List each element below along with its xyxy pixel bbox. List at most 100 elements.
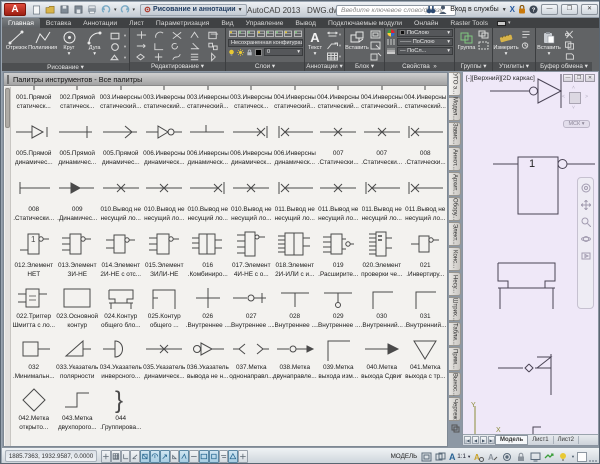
clean-screen-button[interactable] [577, 452, 587, 462]
palette-tool-005.Прямой[interactable]: 005.Прямойдинамичес... [12, 114, 56, 170]
layer-tool-icon[interactable] [237, 29, 246, 38]
autoscale-icon[interactable]: A [487, 451, 499, 463]
palette-tool-034.Указатель[interactable]: 034.Указательинверсного... [99, 333, 143, 384]
palette-tab-Архит...[interactable]: Архит... [449, 172, 461, 196]
ribbon-tab-Лист[interactable]: Лист [123, 18, 150, 28]
palette-tool-020.Элемент[interactable]: 020.Элементпроверки че... [360, 226, 404, 282]
palette-tool-030[interactable]: 030.Внутренний... [360, 282, 404, 333]
layout-tab-Лист2[interactable]: Лист2 [554, 436, 579, 444]
palette-tool-031[interactable]: 031.Внутренний... [404, 282, 448, 333]
ribbon-state-caret[interactable]: ▾ [508, 20, 511, 26]
palette-tool-043.Метка[interactable]: 043.Меткадвухпорого... [56, 384, 100, 435]
panel-title-properties[interactable]: Свойства » [385, 62, 454, 71]
search-binoculars-icon[interactable] [426, 5, 436, 14]
hardware-acceleration-icon[interactable] [529, 451, 541, 463]
sign-in-link[interactable]: Вход в службы [450, 6, 498, 13]
palette-stack-icon[interactable] [449, 423, 461, 433]
palette-scrollbar[interactable] [5, 87, 11, 446]
toggle-snap[interactable] [101, 450, 111, 463]
layer-tool-icon[interactable] [293, 29, 302, 38]
lineweight-dropdown[interactable]: — ПоСл...▾ [397, 47, 453, 55]
palette-tool-004.Инверсны[interactable]: 004.Инверсныстатический... [404, 86, 448, 114]
palette-tool-005.Прямой[interactable]: 005.Прямойдинамичес... [99, 114, 143, 170]
layout-tab-Модель[interactable]: Модель [495, 435, 528, 445]
annotation-visibility-icon[interactable]: A [473, 451, 485, 463]
exchange-apps-icon[interactable]: X [510, 5, 515, 14]
palette-tool-015.Элемент[interactable]: 015.ЭлементЗИЛИ-НЕ [143, 226, 187, 282]
save-as-icon[interactable] [72, 4, 84, 16]
palette-tool-007[interactable]: 007.Статически... [317, 114, 361, 170]
toggle-ducs[interactable] [170, 450, 180, 463]
navigation-bar[interactable] [577, 177, 594, 309]
group-button[interactable]: Группа [457, 29, 476, 52]
autodesk360-icon[interactable] [518, 5, 526, 14]
draw-tool-caret[interactable]: ▾ [122, 41, 128, 52]
match-properties-icon[interactable] [561, 51, 577, 62]
draw-tool-caret[interactable]: ▾ [122, 30, 128, 41]
maximize-button[interactable]: ❐ [561, 4, 578, 15]
draw-tool-caret[interactable]: ▾ [122, 52, 128, 63]
modify-tool-icon[interactable] [150, 51, 168, 62]
toggle-transparency[interactable] [199, 450, 209, 463]
modify-tool-icon[interactable] [186, 51, 204, 62]
group-tool-icon[interactable] [477, 40, 491, 51]
palette-tool-035.Указатель[interactable]: 035.Указательдинамическ... [143, 333, 187, 384]
panel-title-block[interactable]: Блок ▾ [345, 62, 384, 71]
palette-tab-Штрих...[interactable]: Штрих... [449, 297, 461, 321]
palette-tool-010.Вывод не[interactable]: 010.Вывод ненесущий ло... [143, 170, 187, 226]
draw-button-Полилиния[interactable]: Полилиния [30, 29, 56, 52]
palette-tool-004.Инверсны[interactable]: 004.Инверсныстатический... [273, 86, 317, 114]
modify-tool-icon[interactable] [186, 29, 204, 40]
modify-tool-icon[interactable] [168, 51, 186, 62]
model-space-label[interactable]: МОДЕЛЬ [391, 453, 418, 460]
status-bulb-icon[interactable] [557, 451, 569, 463]
palette-tab-Вынос...[interactable]: Вынос... [449, 372, 461, 396]
panel-title-annotation[interactable]: Аннотации ▾ [305, 62, 344, 71]
palette-tool-029[interactable]: 029.Внутреннее ... [317, 282, 361, 333]
layer-tool-icon[interactable] [284, 29, 293, 38]
block-tool-icon[interactable] [368, 51, 384, 62]
palette-tool-003.Инверсны[interactable]: 003.Инверсныстатический... [99, 86, 143, 114]
ribbon-tab-Вывод[interactable]: Вывод [289, 18, 322, 28]
panel-title-layers[interactable]: Слои ▾ [226, 62, 304, 71]
orbit-icon[interactable] [580, 233, 591, 244]
block-tool-icon[interactable] [368, 40, 384, 51]
ribbon-state-icon[interactable] [497, 21, 506, 26]
redo-icon-caret[interactable]: ▾ [133, 7, 136, 13]
toggle-selectioncycling[interactable] [219, 450, 229, 463]
ribbon-tab-Вид[interactable]: Вид [215, 18, 239, 28]
doc-close-button[interactable]: ✕ [585, 74, 595, 82]
toggle-grid[interactable] [111, 450, 121, 463]
palette-tool-021[interactable]: 021.Инвертиру... [404, 226, 448, 282]
layout-next-button[interactable]: ▶ [480, 436, 487, 444]
palette-tool-028[interactable]: 028.Внутреннее ... [273, 282, 317, 333]
toggle-polar[interactable] [130, 450, 140, 463]
toggle-annomonitor[interactable] [228, 450, 238, 463]
palette-tool-011.Вывод не[interactable]: 011.Вывод ненесущий ло... [404, 170, 448, 226]
draw-button-Дуга[interactable]: Дуга▾ [82, 29, 107, 57]
palette-tool-012.Элемент[interactable]: 1012.ЭлементНЕТ [12, 226, 56, 282]
ribbon-tab-Raster Tools[interactable]: Raster Tools [444, 18, 494, 28]
utility-tool-icon[interactable] [518, 29, 532, 40]
quick-view-layouts-icon[interactable] [420, 451, 432, 463]
palette-tool-026[interactable]: 026.Внутреннее ... [186, 282, 230, 333]
palette-tab-Завис...[interactable]: Завис... [449, 122, 461, 146]
doc-restore-button[interactable]: ❐ [574, 74, 584, 82]
modify-tool-icon[interactable] [204, 40, 222, 51]
palette-tool-011.Вывод не[interactable]: 011.Вывод ненесущий ло... [360, 170, 404, 226]
insert-block-button[interactable]: Вставить [347, 29, 367, 52]
redo-icon[interactable] [119, 4, 131, 16]
palette-tool-016[interactable]: 016.Комбиниро... [186, 226, 230, 282]
modify-tool-icon[interactable] [168, 40, 186, 51]
layout-first-button[interactable]: |◀ [464, 436, 471, 444]
layer-tool-icon[interactable] [247, 29, 256, 38]
layer-tool-icon[interactable] [265, 29, 274, 38]
modify-tool-icon[interactable] [132, 29, 150, 40]
layer-on-bulb-icon[interactable] [228, 49, 235, 56]
modify-tool-icon[interactable] [150, 29, 168, 40]
palette-tool-041.Метка[interactable]: 041.Меткавыхода с тр... [404, 333, 448, 384]
palette-tool-010.Вывод не[interactable]: 010.Вывод ненесущий ло... [99, 170, 143, 226]
layout-tab-Лист1[interactable]: Лист1 [528, 436, 553, 444]
palette-tool-005.Прямой[interactable]: 005.Прямойдинамичес... [56, 114, 100, 170]
draw-tool-icon[interactable] [108, 41, 122, 52]
